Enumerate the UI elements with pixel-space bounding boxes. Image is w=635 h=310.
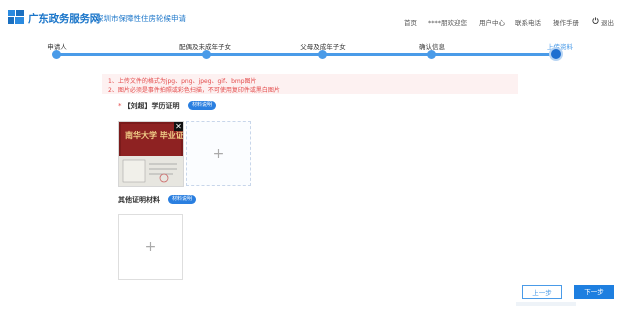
plus-icon: + bbox=[212, 145, 225, 162]
nav-manual-link[interactable]: 操作手册 bbox=[553, 17, 579, 27]
education-materials-badge[interactable]: 材料说明 bbox=[188, 101, 217, 110]
uploaded-diploma-thumbnail[interactable]: 南华大学 毕业证书 ✕ bbox=[118, 121, 184, 187]
other-materials-badge[interactable]: 材料说明 bbox=[168, 195, 197, 204]
step-dot-applicant bbox=[52, 50, 61, 59]
site-brand[interactable]: 广东政务服务网 bbox=[28, 11, 100, 26]
other-section-title: 其他证明材料 bbox=[118, 195, 160, 205]
education-title-text: 【刘超】学历证明 bbox=[123, 102, 180, 110]
power-icon[interactable] bbox=[592, 17, 599, 24]
nav-home-link[interactable]: 首页 bbox=[404, 17, 417, 27]
other-add-image-button[interactable]: + bbox=[118, 214, 183, 280]
top-header: 广东政务服务网 深圳市保障性住房轮候申请 首页 ****朋欢迎您 用户中心 联系… bbox=[0, 0, 635, 30]
prev-step-button[interactable]: 上一步 bbox=[522, 285, 562, 299]
required-mark: * bbox=[118, 102, 122, 110]
step-label-upload: 上传资料 bbox=[547, 43, 573, 51]
notice-line-format: 1、上传文件的格式为jpg、png、jpeg、gif、bmp图片 bbox=[108, 78, 257, 85]
next-step-button[interactable]: 下一步 bbox=[574, 285, 614, 299]
step-dot-confirm bbox=[427, 50, 436, 59]
nav-logout-link[interactable]: 退出 bbox=[601, 17, 614, 27]
diploma-image-caption: 南华大学 毕业证书 bbox=[125, 131, 184, 140]
step-dot-spouse bbox=[202, 50, 211, 59]
footer-divider bbox=[516, 302, 576, 306]
nav-user-center-link[interactable]: 用户中心 bbox=[479, 17, 505, 27]
education-add-image-button[interactable]: + bbox=[186, 121, 251, 186]
remove-image-button[interactable]: ✕ bbox=[174, 122, 183, 131]
plus-icon: + bbox=[144, 239, 157, 255]
step-dot-upload bbox=[551, 49, 561, 59]
guangdong-gov-logo-icon bbox=[8, 10, 24, 24]
upload-notice: 1、上传文件的格式为jpg、png、jpeg、gif、bmp图片 2、图片必须是… bbox=[102, 74, 518, 94]
nav-contact-link[interactable]: 联系电话 bbox=[515, 17, 541, 27]
other-title-text: 其他证明材料 bbox=[118, 196, 160, 204]
nav-welcome-text: ****朋欢迎您 bbox=[428, 19, 467, 27]
notice-line-color: 2、图片必须是事件拍照或彩色扫描，不可使用复印件或黑白图片 bbox=[108, 87, 280, 94]
education-section-title: * 【刘超】学历证明 bbox=[118, 101, 180, 111]
service-subtitle: 深圳市保障性住房轮候申请 bbox=[96, 14, 186, 23]
step-dot-parents bbox=[318, 50, 327, 59]
stepper-track bbox=[54, 53, 556, 56]
